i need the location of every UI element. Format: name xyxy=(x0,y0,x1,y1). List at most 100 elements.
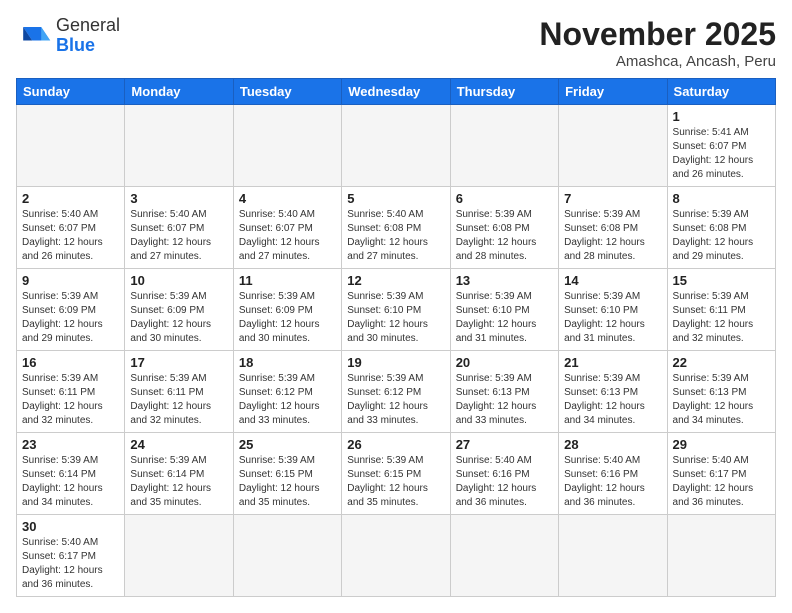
logo: General Blue xyxy=(16,16,120,56)
calendar-cell: 25Sunrise: 5:39 AM Sunset: 6:15 PM Dayli… xyxy=(233,433,341,515)
day-number: 6 xyxy=(456,191,553,206)
calendar-header-row: SundayMondayTuesdayWednesdayThursdayFrid… xyxy=(17,79,776,105)
day-info: Sunrise: 5:39 AM Sunset: 6:13 PM Dayligh… xyxy=(673,372,770,428)
month-year-title: November 2025 xyxy=(539,16,776,53)
calendar-cell: 30 Sunrise: 5:40 AM Sunset: 6:17 PM Dayli… xyxy=(17,515,125,597)
day-number: 5 xyxy=(347,191,444,206)
day-info: Sunrise: 5:39 AM Sunset: 6:15 PM Dayligh… xyxy=(239,454,336,510)
day-info: Sunrise: 5:39 AM Sunset: 6:10 PM Dayligh… xyxy=(456,290,553,346)
day-number: 16 xyxy=(22,355,119,370)
day-info: Sunrise: 5:39 AM Sunset: 6:12 PM Dayligh… xyxy=(239,372,336,428)
day-info: Sunrise: 5:40 AM Sunset: 6:16 PM Dayligh… xyxy=(564,454,661,510)
calendar-cell xyxy=(233,105,341,187)
day-info: Sunrise: 5:40 AM Sunset: 6:07 PM Dayligh… xyxy=(22,208,119,264)
day-number: 21 xyxy=(564,355,661,370)
calendar-cell: 16 Sunrise: 5:39 AM Sunset: 6:11 PM Dayli… xyxy=(17,351,125,433)
day-number: 11 xyxy=(239,273,336,288)
day-number: 10 xyxy=(130,273,227,288)
calendar-cell: 11 Sunrise: 5:39 AM Sunset: 6:09 PM Dayli… xyxy=(233,269,341,351)
calendar-cell xyxy=(17,105,125,187)
calendar-week-5: 23Sunrise: 5:39 AM Sunset: 6:14 PM Dayli… xyxy=(17,433,776,515)
col-header-saturday: Saturday xyxy=(667,79,775,105)
day-info: Sunrise: 5:39 AM Sunset: 6:09 PM Dayligh… xyxy=(239,290,336,346)
calendar-cell: 22 Sunrise: 5:39 AM Sunset: 6:13 PM Dayli… xyxy=(667,351,775,433)
logo-blue: Blue xyxy=(56,35,95,55)
day-info: Sunrise: 5:40 AM Sunset: 6:16 PM Dayligh… xyxy=(456,454,553,510)
day-number: 22 xyxy=(673,355,770,370)
day-info: Sunrise: 5:40 AM Sunset: 6:17 PM Dayligh… xyxy=(22,536,119,592)
day-number: 28 xyxy=(564,437,661,452)
day-number: 27 xyxy=(456,437,553,452)
calendar-week-6: 30 Sunrise: 5:40 AM Sunset: 6:17 PM Dayli… xyxy=(17,515,776,597)
day-info: Sunrise: 5:39 AM Sunset: 6:09 PM Dayligh… xyxy=(130,290,227,346)
calendar-cell: 9 Sunrise: 5:39 AM Sunset: 6:09 PM Daylig… xyxy=(17,269,125,351)
calendar-cell: 13 Sunrise: 5:39 AM Sunset: 6:10 PM Dayli… xyxy=(450,269,558,351)
calendar-cell xyxy=(233,515,341,597)
day-number: 24 xyxy=(130,437,227,452)
calendar-table: SundayMondayTuesdayWednesdayThursdayFrid… xyxy=(16,78,776,597)
calendar-cell: 3 Sunrise: 5:40 AM Sunset: 6:07 PM Daylig… xyxy=(125,187,233,269)
generalblue-logo-icon xyxy=(16,18,52,54)
day-number: 17 xyxy=(130,355,227,370)
calendar-cell: 2 Sunrise: 5:40 AM Sunset: 6:07 PM Daylig… xyxy=(17,187,125,269)
day-number: 13 xyxy=(456,273,553,288)
calendar-week-4: 16 Sunrise: 5:39 AM Sunset: 6:11 PM Dayli… xyxy=(17,351,776,433)
calendar-cell xyxy=(559,515,667,597)
day-info: Sunrise: 5:40 AM Sunset: 6:17 PM Dayligh… xyxy=(673,454,770,510)
day-number: 30 xyxy=(22,519,119,534)
calendar-cell xyxy=(125,515,233,597)
calendar-cell: 5 Sunrise: 5:40 AM Sunset: 6:08 PM Daylig… xyxy=(342,187,450,269)
day-info: Sunrise: 5:39 AM Sunset: 6:11 PM Dayligh… xyxy=(22,372,119,428)
calendar-cell: 1Sunrise: 5:41 AM Sunset: 6:07 PM Daylig… xyxy=(667,105,775,187)
calendar-cell xyxy=(559,105,667,187)
calendar-cell: 28 Sunrise: 5:40 AM Sunset: 6:16 PM Dayli… xyxy=(559,433,667,515)
calendar-cell xyxy=(342,105,450,187)
day-number: 12 xyxy=(347,273,444,288)
calendar-cell xyxy=(342,515,450,597)
calendar-cell: 17Sunrise: 5:39 AM Sunset: 6:11 PM Dayli… xyxy=(125,351,233,433)
day-info: Sunrise: 5:39 AM Sunset: 6:12 PM Dayligh… xyxy=(347,372,444,428)
day-info: Sunrise: 5:39 AM Sunset: 6:09 PM Dayligh… xyxy=(22,290,119,346)
col-header-monday: Monday xyxy=(125,79,233,105)
calendar-week-3: 9 Sunrise: 5:39 AM Sunset: 6:09 PM Daylig… xyxy=(17,269,776,351)
calendar-cell: 15Sunrise: 5:39 AM Sunset: 6:11 PM Dayli… xyxy=(667,269,775,351)
calendar-cell: 6 Sunrise: 5:39 AM Sunset: 6:08 PM Daylig… xyxy=(450,187,558,269)
calendar-week-1: 1Sunrise: 5:41 AM Sunset: 6:07 PM Daylig… xyxy=(17,105,776,187)
col-header-wednesday: Wednesday xyxy=(342,79,450,105)
location-subtitle: Amashca, Ancash, Peru xyxy=(539,53,776,70)
day-number: 20 xyxy=(456,355,553,370)
day-number: 9 xyxy=(22,273,119,288)
day-info: Sunrise: 5:39 AM Sunset: 6:08 PM Dayligh… xyxy=(456,208,553,264)
calendar-cell: 29 Sunrise: 5:40 AM Sunset: 6:17 PM Dayli… xyxy=(667,433,775,515)
day-info: Sunrise: 5:39 AM Sunset: 6:13 PM Dayligh… xyxy=(456,372,553,428)
day-number: 14 xyxy=(564,273,661,288)
day-info: Sunrise: 5:39 AM Sunset: 6:08 PM Dayligh… xyxy=(673,208,770,264)
day-number: 2 xyxy=(22,191,119,206)
day-number: 18 xyxy=(239,355,336,370)
day-info: Sunrise: 5:40 AM Sunset: 6:07 PM Dayligh… xyxy=(239,208,336,264)
day-number: 7 xyxy=(564,191,661,206)
day-info: Sunrise: 5:40 AM Sunset: 6:07 PM Dayligh… xyxy=(130,208,227,264)
calendar-cell: 21Sunrise: 5:39 AM Sunset: 6:13 PM Dayli… xyxy=(559,351,667,433)
calendar-cell: 14 Sunrise: 5:39 AM Sunset: 6:10 PM Dayli… xyxy=(559,269,667,351)
calendar-cell: 8Sunrise: 5:39 AM Sunset: 6:08 PM Daylig… xyxy=(667,187,775,269)
calendar-cell: 24 Sunrise: 5:39 AM Sunset: 6:14 PM Dayli… xyxy=(125,433,233,515)
logo-text: General Blue xyxy=(56,16,120,56)
day-info: Sunrise: 5:40 AM Sunset: 6:08 PM Dayligh… xyxy=(347,208,444,264)
col-header-sunday: Sunday xyxy=(17,79,125,105)
day-info: Sunrise: 5:39 AM Sunset: 6:10 PM Dayligh… xyxy=(564,290,661,346)
calendar-cell: 23Sunrise: 5:39 AM Sunset: 6:14 PM Dayli… xyxy=(17,433,125,515)
day-number: 1 xyxy=(673,109,770,124)
day-info: Sunrise: 5:39 AM Sunset: 6:14 PM Dayligh… xyxy=(130,454,227,510)
calendar-cell: 18 Sunrise: 5:39 AM Sunset: 6:12 PM Dayli… xyxy=(233,351,341,433)
calendar-cell xyxy=(450,105,558,187)
day-number: 29 xyxy=(673,437,770,452)
day-number: 3 xyxy=(130,191,227,206)
calendar-cell: 19Sunrise: 5:39 AM Sunset: 6:12 PM Dayli… xyxy=(342,351,450,433)
logo-general: General xyxy=(56,15,120,35)
day-info: Sunrise: 5:39 AM Sunset: 6:14 PM Dayligh… xyxy=(22,454,119,510)
calendar-cell: 4Sunrise: 5:40 AM Sunset: 6:07 PM Daylig… xyxy=(233,187,341,269)
calendar-cell: 12Sunrise: 5:39 AM Sunset: 6:10 PM Dayli… xyxy=(342,269,450,351)
col-header-friday: Friday xyxy=(559,79,667,105)
calendar-cell: 27 Sunrise: 5:40 AM Sunset: 6:16 PM Dayli… xyxy=(450,433,558,515)
